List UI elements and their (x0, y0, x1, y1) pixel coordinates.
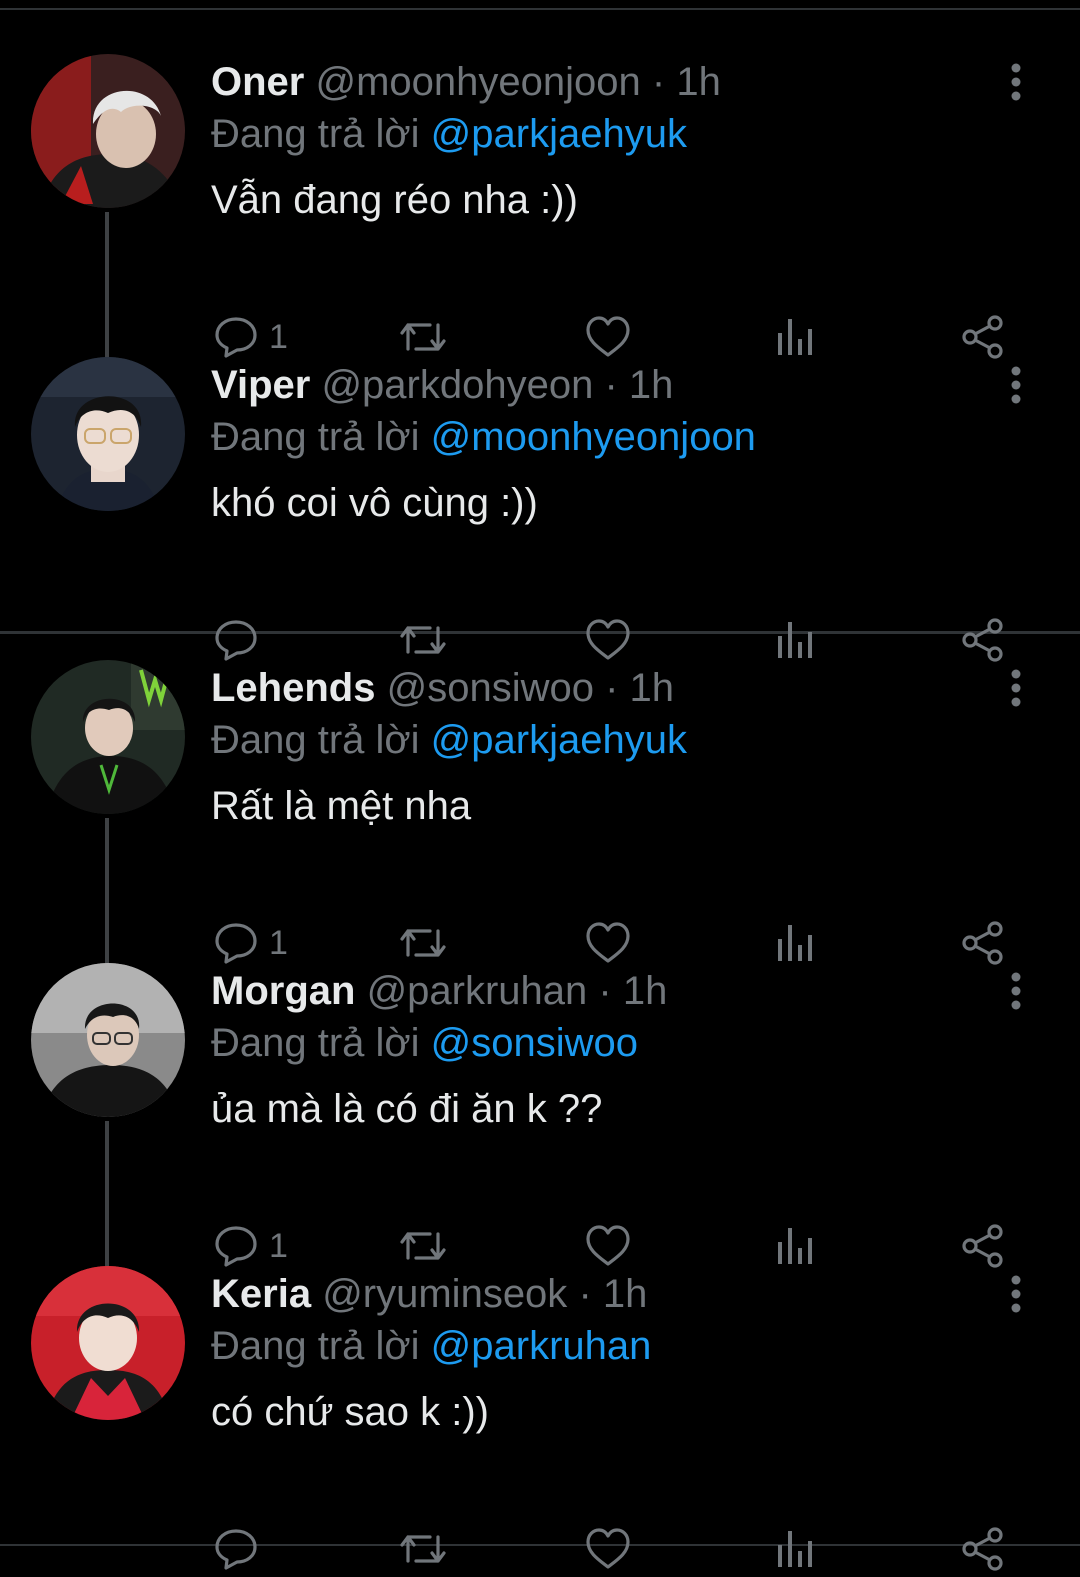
share-button[interactable] (960, 1521, 1006, 1577)
reply-icon (213, 921, 259, 965)
replying-to-label: Đang trả lời (211, 718, 431, 762)
more-options-icon[interactable] (996, 1270, 1036, 1318)
analytics-button[interactable] (776, 1521, 816, 1577)
share-icon (960, 617, 1006, 663)
top-divider (0, 8, 1080, 10)
replying-to: Đang trả lời @moonhyeonjoon (211, 411, 756, 463)
heart-icon (585, 618, 631, 662)
tweet[interactable]: Morgan @parkruhan · 1h Đang trả lời @son… (0, 963, 1080, 1271)
keria-avatar[interactable] (31, 1266, 185, 1420)
replying-to: Đang trả lời @parkruhan (211, 1320, 651, 1372)
analytics-icon (776, 315, 816, 359)
replying-to-handle[interactable]: @parkjaehyuk (431, 112, 687, 156)
retweet-icon (396, 1224, 450, 1268)
more-options-icon[interactable] (996, 58, 1036, 106)
display-name[interactable]: Oner (211, 60, 304, 104)
tweet-header: Morgan @parkruhan · 1h (211, 965, 667, 1017)
lehends-avatar[interactable] (31, 660, 185, 814)
replying-to-handle[interactable]: @moonhyeonjoon (431, 415, 756, 459)
tweet[interactable]: Viper @parkdohyeon · 1h Đang trả lời @mo… (0, 357, 1080, 663)
timestamp[interactable]: 1h (629, 363, 674, 407)
user-handle[interactable]: @moonhyeonjoon (315, 60, 640, 104)
tweet-header: Lehends @sonsiwoo · 1h (211, 662, 674, 714)
analytics-icon (776, 618, 816, 662)
like-button[interactable] (585, 1521, 631, 1577)
share-icon (960, 920, 1006, 966)
user-handle[interactable]: @parkdohyeon (321, 363, 593, 407)
replying-to-handle[interactable]: @parkjaehyuk (431, 718, 687, 762)
timestamp[interactable]: 1h (603, 1272, 648, 1316)
timestamp[interactable]: 1h (623, 969, 668, 1013)
replying-to: Đang trả lời @parkjaehyuk (211, 714, 687, 766)
tweet-header: Oner @moonhyeonjoon · 1h (211, 56, 721, 108)
retweet-button[interactable] (396, 1521, 450, 1577)
reply-button[interactable] (213, 1521, 269, 1577)
replying-to-label: Đang trả lời (211, 1021, 431, 1065)
replying-to-handle[interactable]: @parkruhan (431, 1324, 652, 1368)
tweet[interactable]: Keria @ryuminseok · 1h Đang trả lời @par… (0, 1266, 1080, 1571)
display-name[interactable]: Morgan (211, 969, 355, 1013)
heart-icon (585, 921, 631, 965)
retweet-icon (396, 1527, 450, 1571)
tweet-text: khó coi vô cùng :)) (211, 481, 538, 525)
retweet-icon (396, 315, 450, 359)
analytics-icon (776, 1224, 816, 1268)
more-options-icon[interactable] (996, 664, 1036, 712)
analytics-icon (776, 1527, 816, 1571)
reply-count: 1 (269, 923, 288, 962)
separator-dot: · (605, 666, 630, 710)
display-name[interactable]: Viper (211, 363, 310, 407)
replying-to-label: Đang trả lời (211, 112, 431, 156)
reply-icon (213, 1224, 259, 1268)
reply-icon (213, 315, 259, 359)
heart-icon (585, 315, 631, 359)
action-bar (0, 1521, 1080, 1577)
separator-dot: · (604, 363, 629, 407)
tweet-text: Rất là mệt nha (211, 784, 472, 828)
share-icon (960, 1223, 1006, 1269)
reply-count: 1 (269, 317, 288, 356)
retweet-icon (396, 921, 450, 965)
replying-to-handle[interactable]: @sonsiwoo (431, 1021, 638, 1065)
replying-to-label: Đang trả lời (211, 1324, 431, 1368)
tweet-text: có chứ sao k :)) (211, 1390, 489, 1434)
tweet-text: Vẫn đang réo nha :)) (211, 178, 578, 222)
share-icon (960, 1526, 1006, 1572)
reply-icon (213, 618, 259, 662)
replying-to-label: Đang trả lời (211, 415, 431, 459)
timestamp[interactable]: 1h (676, 60, 721, 104)
tweet-text: ủa mà là có đi ăn k ?? (211, 1087, 603, 1131)
user-handle[interactable]: @parkruhan (367, 969, 588, 1013)
display-name[interactable]: Lehends (211, 666, 375, 710)
heart-icon (585, 1224, 631, 1268)
tweet[interactable]: Oner @moonhyeonjoon · 1h Đang trả lời @p… (0, 54, 1080, 362)
tweet-header: Viper @parkdohyeon · 1h (211, 359, 673, 411)
more-options-icon[interactable] (996, 361, 1036, 409)
display-name[interactable]: Keria (211, 1272, 311, 1316)
user-handle[interactable]: @sonsiwoo (387, 666, 594, 710)
timestamp[interactable]: 1h (630, 666, 675, 710)
more-options-icon[interactable] (996, 967, 1036, 1015)
tweet-header: Keria @ryuminseok · 1h (211, 1268, 647, 1320)
reply-icon (213, 1527, 259, 1571)
separator-dot: · (598, 969, 623, 1013)
user-handle[interactable]: @ryuminseok (322, 1272, 567, 1316)
separator-dot: · (578, 1272, 603, 1316)
replying-to: Đang trả lời @sonsiwoo (211, 1017, 638, 1069)
replying-to: Đang trả lời @parkjaehyuk (211, 108, 687, 160)
heart-icon (585, 1527, 631, 1571)
share-icon (960, 314, 1006, 360)
retweet-icon (396, 618, 450, 662)
tweet[interactable]: Lehends @sonsiwoo · 1h Đang trả lời @par… (0, 660, 1080, 968)
morgan-avatar[interactable] (31, 963, 185, 1117)
viper-avatar[interactable] (31, 357, 185, 511)
oner-avatar[interactable] (31, 54, 185, 208)
separator-dot: · (651, 60, 677, 104)
reply-count: 1 (269, 1226, 288, 1265)
analytics-icon (776, 921, 816, 965)
